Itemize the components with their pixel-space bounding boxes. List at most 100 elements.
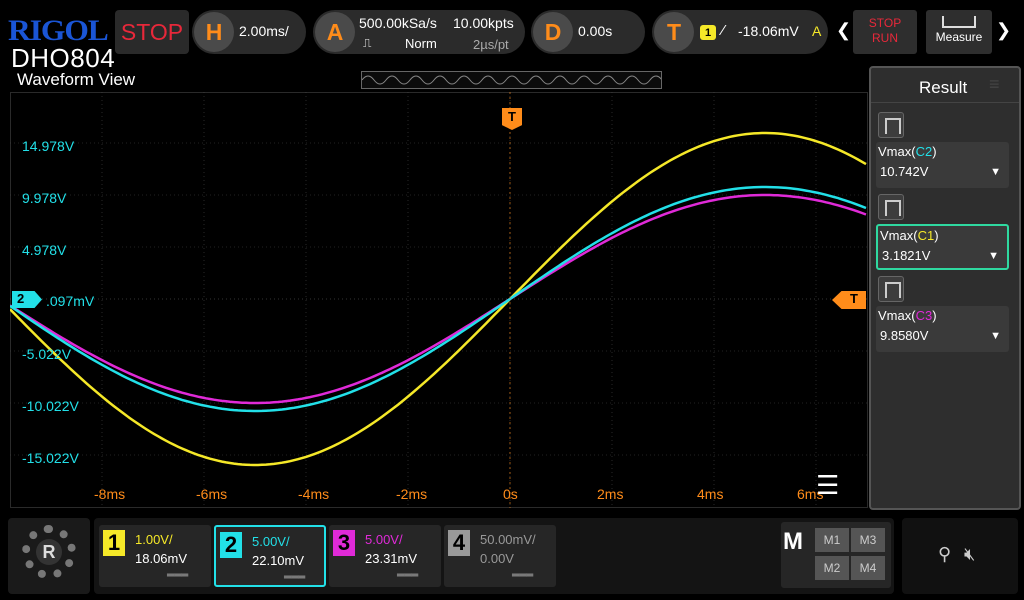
dropdown-icon[interactable]: ▼	[990, 330, 1001, 342]
measurement-value: 3.1821V	[882, 248, 931, 263]
x-label-6: 2ms	[597, 486, 624, 502]
x-label-4: -2ms	[396, 486, 428, 502]
status-area[interactable]: ⚲ 🔇︎	[902, 518, 1018, 594]
horizontal-icon: H	[194, 12, 234, 52]
trigger-control[interactable]: T 1 ⁄ -18.06mV A	[652, 10, 828, 54]
horizontal-control[interactable]: H 2.00ms/	[192, 10, 306, 54]
measurement-card[interactable]: Vmax(C1) 3.1821V ▼	[876, 194, 1011, 270]
memory-depth: 10.00kpts	[453, 15, 514, 31]
rigol-r-icon: R	[36, 539, 62, 565]
waveform-plot[interactable]	[10, 92, 868, 508]
speaker-muted-icon[interactable]: 🔇︎	[964, 544, 975, 565]
math-m3[interactable]: M3	[851, 528, 885, 552]
math-m2[interactable]: M2	[815, 556, 849, 580]
channel-number: 2	[220, 532, 242, 558]
y-label-6: -15.022V	[22, 450, 79, 466]
measurement-name: Vmax(C3)	[878, 308, 937, 323]
dc-coupling-icon: ═══	[397, 570, 419, 581]
result-divider	[871, 102, 1019, 103]
home-button[interactable]: R	[8, 518, 90, 594]
stop-label: STOP	[868, 16, 902, 30]
timebase-value: 2.00ms/	[239, 23, 289, 39]
grid	[10, 92, 868, 508]
channel-4-box[interactable]: 4 50.00mV/ 0.00V ═══	[444, 525, 556, 587]
measure-button[interactable]: Measure	[926, 10, 992, 54]
y-label-4: -5.022V	[22, 346, 72, 362]
run-state-badge[interactable]: STOP	[115, 10, 189, 54]
x-label-2: -6ms	[196, 486, 228, 502]
dc-coupling-icon: ═══	[284, 572, 306, 583]
measurement-card[interactable]: Vmax(C3) 9.8580V ▼	[876, 276, 1011, 352]
dc-coupling-icon: ═══	[512, 570, 534, 581]
measurement-name: Vmax(C2)	[878, 144, 937, 159]
x-label-1: -8ms	[94, 486, 126, 502]
acquire-mode: Norm	[405, 36, 437, 51]
channel-offset: 22.10mV	[252, 553, 305, 568]
x-label-7: 4ms	[697, 486, 724, 502]
oscilloscope-screen: RIGOL DHO804 STOP H 2.00ms/ A 500.00kSa/…	[0, 0, 1024, 600]
channel-1-box[interactable]: 1 1.00V/ 18.06mV ═══	[99, 525, 211, 587]
hamburger-menu-icon[interactable]: ☰	[816, 470, 839, 501]
y-label-1: 14.978V	[22, 138, 75, 154]
delay-value: 0.00s	[578, 23, 613, 39]
pulse-measure-icon	[878, 276, 904, 302]
memory-overview-bar[interactable]	[361, 71, 663, 89]
measurement-card[interactable]: Vmax(C2) 10.742V ▼	[876, 112, 1011, 188]
left-chevron-icon[interactable]: ❮	[836, 20, 851, 41]
run-label: RUN	[872, 31, 898, 45]
math-m4[interactable]: M4	[851, 556, 885, 580]
channel-scale: 50.00mV/	[480, 532, 536, 547]
math-m1[interactable]: M1	[815, 528, 849, 552]
result-panel[interactable]: Result ≡ Vmax(C2) 10.742V ▼ Vmax(C1) 3.1…	[869, 66, 1021, 510]
channel-2-box[interactable]: 2 5.00V/ 22.10mV ═══	[214, 525, 326, 587]
trigger-icon: T	[654, 12, 694, 52]
pulse-measure-icon	[878, 194, 904, 220]
measurement-value: 9.8580V	[880, 328, 929, 343]
measurement-box[interactable]: Vmax(C3) 9.8580V ▼	[876, 306, 1009, 352]
measurement-box[interactable]: Vmax(C1) 3.1821V ▼	[876, 224, 1009, 270]
math-label: M	[783, 528, 803, 555]
y-label-2: 9.978V	[22, 190, 67, 206]
trigger-source-chip: 1	[700, 25, 716, 40]
x-label-5: 0s	[503, 486, 518, 502]
result-title: Result	[919, 78, 968, 97]
result-menu-icon[interactable]: ≡	[989, 74, 1000, 95]
waveform-view-title: Waveform View	[17, 70, 136, 89]
acquire-icon: A	[315, 12, 355, 52]
rising-edge-icon: ⁄	[722, 22, 725, 39]
measure-label: Measure	[935, 30, 983, 44]
ch2-offset-label: .097mV	[46, 293, 95, 309]
square-pulse-icon: ⎍	[363, 36, 372, 50]
delay-control[interactable]: D 0.00s	[531, 10, 645, 54]
measurement-box[interactable]: Vmax(C2) 10.742V ▼	[876, 142, 1009, 188]
measurement-name: Vmax(C1)	[880, 228, 939, 243]
usb-icon: ⚲	[938, 544, 952, 564]
overview-wave	[361, 75, 663, 85]
channel-scale: 1.00V/	[135, 532, 173, 547]
trigger-status: A	[812, 23, 822, 39]
pulse-measure-icon	[878, 112, 904, 138]
channel-number: 3	[333, 530, 355, 556]
x-label-3: -4ms	[298, 486, 330, 502]
channel-offset: 23.31mV	[365, 551, 418, 566]
channel-number: 1	[103, 530, 125, 556]
channel-3-box[interactable]: 3 5.00V/ 23.31mV ═══	[329, 525, 441, 587]
measurement-value: 10.742V	[880, 164, 929, 179]
channel-number: 4	[448, 530, 470, 556]
channel-offset: 0.00V	[480, 551, 514, 566]
dc-coupling-icon: ═══	[167, 570, 189, 581]
sample-rate: 500.00kSa/s	[359, 15, 437, 31]
acquire-control[interactable]: A 500.00kSa/s 10.00kpts ⎍ Norm 2µs/pt	[313, 10, 525, 54]
run-stop-button[interactable]: STOP RUN	[853, 10, 917, 54]
dropdown-icon[interactable]: ▼	[990, 166, 1001, 178]
ruler-icon	[942, 16, 976, 28]
y-label-3: 4.978V	[22, 242, 67, 258]
delay-icon: D	[533, 12, 573, 52]
right-chevron-icon[interactable]: ❯	[996, 20, 1011, 41]
dropdown-icon[interactable]: ▼	[988, 250, 999, 262]
math-button[interactable]: M M1 M3 M2 M4	[781, 522, 891, 588]
channel-scale: 5.00V/	[252, 534, 290, 549]
channel-scale: 5.00V/	[365, 532, 403, 547]
trigger-level: -18.06mV	[738, 23, 799, 39]
y-label-5: -10.022V	[22, 398, 79, 414]
